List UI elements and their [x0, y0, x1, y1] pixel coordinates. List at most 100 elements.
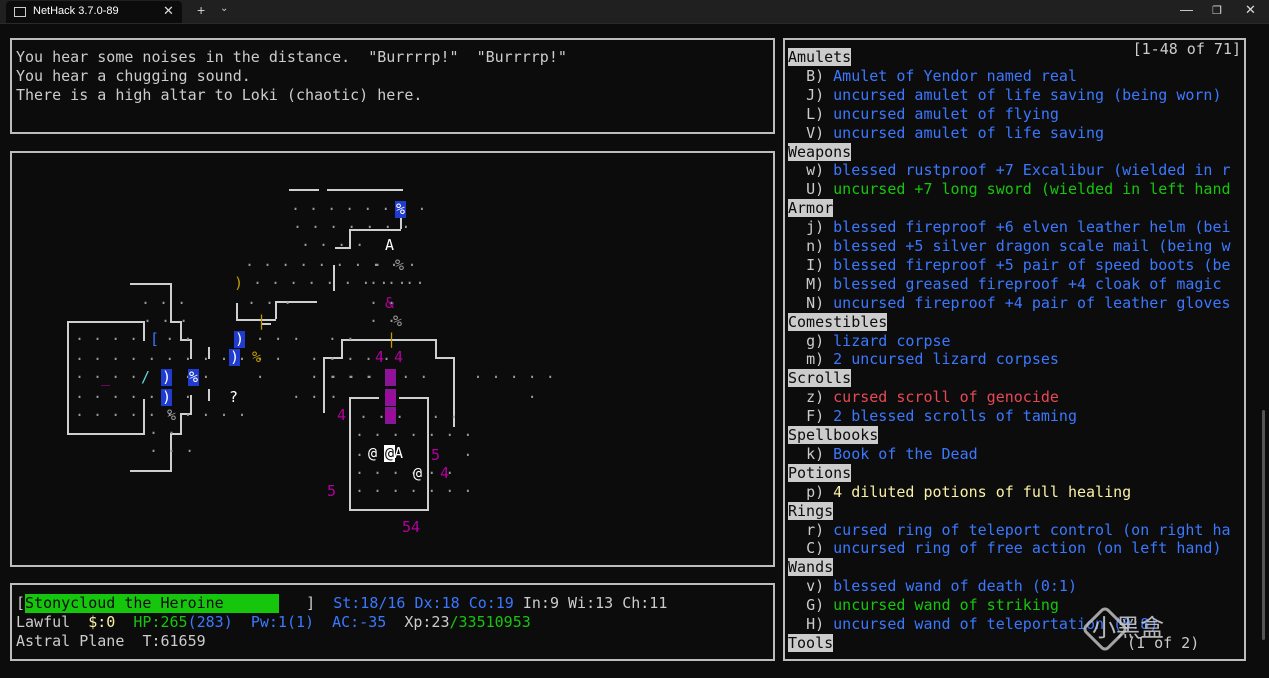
new-tab-button[interactable]: + [197, 2, 205, 18]
stat-intelligence: In:9 [522, 594, 559, 612]
inventory-item[interactable]: V) uncursed amulet of life saving [788, 124, 1104, 143]
wall [289, 189, 319, 191]
item-weapon: ) [229, 348, 241, 366]
inventory-category-header: Rings [788, 501, 834, 521]
inventory-item-letter: L) [806, 104, 825, 123]
inventory-item-letter: M) [806, 274, 825, 293]
inventory-item[interactable]: G) uncursed wand of striking [788, 596, 1059, 615]
floor: · · · · · · · · · [75, 388, 319, 406]
wall [327, 189, 403, 191]
stat-dexterity: Dx:18 [414, 594, 460, 612]
floor: · · · · · · · · · · · · · [75, 330, 355, 348]
power: Pw:1 [250, 613, 287, 631]
inventory-category-header: Scrolls [788, 369, 852, 388]
gold: $:0 [88, 613, 116, 631]
monster-4: 4 [440, 464, 450, 482]
inventory-item[interactable]: J) uncursed amulet of life saving (being… [788, 86, 1221, 105]
monster-5: 5 [327, 482, 337, 500]
inventory-item[interactable]: N) uncursed fireproof +4 pair of leather… [788, 293, 1230, 313]
inventory-item-letter: H) [806, 615, 825, 633]
floor: · · · · [301, 236, 365, 254]
terminal-icon [14, 7, 26, 17]
inventory-item-letter: z) [806, 388, 825, 407]
monster-wraith: W [385, 406, 397, 424]
inventory-category-header: Armor [788, 199, 834, 218]
wall [67, 321, 69, 435]
inventory-item-letter: n) [806, 237, 825, 255]
stat-constitution: Co:19 [468, 594, 514, 612]
inventory-item-letter: r) [806, 520, 825, 539]
floor: · · · · · · · [355, 482, 473, 500]
maximize-button[interactable]: ❐ [1212, 4, 1222, 17]
inventory-item-text: 4 diluted potions of full healing [833, 482, 1132, 501]
scrollbar[interactable] [1262, 410, 1265, 640]
door-open: | [387, 330, 397, 348]
floor: · · · · · · · [355, 426, 473, 444]
wall [349, 397, 351, 511]
monster-human: @ [413, 464, 423, 482]
floor: · · · · · · · [293, 218, 411, 236]
inventory-item[interactable]: r) cursed ring of teleport control (on r… [788, 520, 1230, 540]
floor: · · · · · · · · · · [245, 256, 417, 274]
inventory-item-letter: k) [806, 444, 825, 463]
hit-points-max: (283) [187, 613, 233, 631]
inventory-item[interactable]: z) cursed scroll of genocide [788, 388, 1059, 407]
wall [67, 321, 145, 323]
inventory-item-letter: N) [806, 293, 825, 312]
inventory-item[interactable]: n) blessed +5 silver dragon scale mail (… [788, 237, 1230, 256]
inventory-item[interactable]: U) uncursed +7 long sword (wielded in le… [788, 180, 1230, 199]
floor: · · · [143, 312, 189, 330]
category-label: Scrolls [788, 369, 852, 388]
minimize-button[interactable]: — [1180, 2, 1193, 17]
inventory-item[interactable]: L) uncursed amulet of flying [788, 105, 1059, 124]
inventory-item[interactable]: w) blessed rustproof +7 Excalibur (wield… [788, 161, 1231, 180]
monster-4: 4 [375, 348, 385, 366]
inventory-item-letter: v) [806, 577, 825, 596]
wall [435, 339, 437, 359]
inventory-item-text: blessed rustproof +7 Excalibur (wielded … [833, 161, 1231, 180]
inventory-item-text: blessed greased fireproof +4 cloak of ma… [833, 274, 1222, 293]
category-label: Wands [788, 558, 834, 577]
terminal-tab[interactable]: NetHack 3.7.0-89 ✕ [6, 1, 182, 23]
monster-demon: & [385, 294, 395, 312]
inventory-item-letter: g) [806, 331, 825, 350]
category-label: Potions [788, 463, 852, 482]
monster-troll: T [385, 368, 397, 386]
inventory-window[interactable]: Amulets B) Amulet of Yendor named real J… [783, 38, 1246, 661]
inventory-item-text: 2 blessed scrolls of taming [833, 407, 1077, 426]
wall [435, 357, 455, 359]
inventory-item[interactable]: m) 2 uncursed lizard corpses [788, 350, 1059, 369]
map-window[interactable]: · · · · · · · · · · · · · · · · · · · · … [10, 151, 775, 567]
category-label: Weapons [788, 142, 852, 161]
item-wand: / [141, 368, 151, 386]
inventory-item[interactable]: g) lizard corpse [788, 332, 951, 351]
inventory-item[interactable]: j) blessed fireproof +6 elven leather he… [788, 218, 1230, 237]
inventory-item-text: uncursed amulet of life saving [833, 123, 1105, 142]
title-bar: NetHack 3.7.0-89 ✕ + ⌄ — ❐ ✕ [0, 0, 1269, 24]
inventory-item[interactable]: B) Amulet of Yendor named real [788, 67, 1077, 86]
inventory-item-letter: C) [806, 539, 825, 558]
wall [349, 509, 429, 511]
tab-close-button[interactable]: ✕ [163, 3, 174, 19]
inventory-item[interactable]: k) Book of the Dead [788, 445, 978, 464]
inventory-range: [1-48 of 71] [1132, 40, 1241, 58]
status-window: [Stonycloud the Heroine ] St:18/16 Dx:18… [10, 583, 775, 661]
close-window-button[interactable]: ✕ [1245, 2, 1256, 18]
inventory-item-text: Book of the Dead [833, 444, 978, 463]
stat-charisma: Ch:11 [622, 594, 668, 612]
item-percent: % [395, 256, 405, 274]
stat-strength: St:18/16 [333, 594, 406, 612]
inventory-item[interactable]: v) blessed wand of death (0:1) [788, 577, 1077, 596]
chevron-down-icon[interactable]: ⌄ [220, 3, 228, 14]
inventory-item[interactable]: M) blessed greased fireproof +4 cloak of… [788, 275, 1221, 294]
inventory-item[interactable]: C) uncursed ring of free action (on left… [788, 539, 1221, 558]
inventory-category-header: Amulets [788, 48, 852, 67]
monster-4: 4 [394, 348, 404, 366]
inventory-item[interactable]: F) 2 blessed scrolls of taming [788, 407, 1077, 426]
inventory-item[interactable]: I) blessed fireproof +5 pair of speed bo… [788, 256, 1230, 275]
floor: · · · [369, 274, 415, 292]
inventory-item[interactable]: p) 4 diluted potions of full healing [788, 483, 1131, 502]
inventory-category-header: Weapons [788, 142, 852, 162]
watermark: 小黑盒 [1092, 614, 1164, 642]
monster-angel: A [385, 236, 395, 254]
